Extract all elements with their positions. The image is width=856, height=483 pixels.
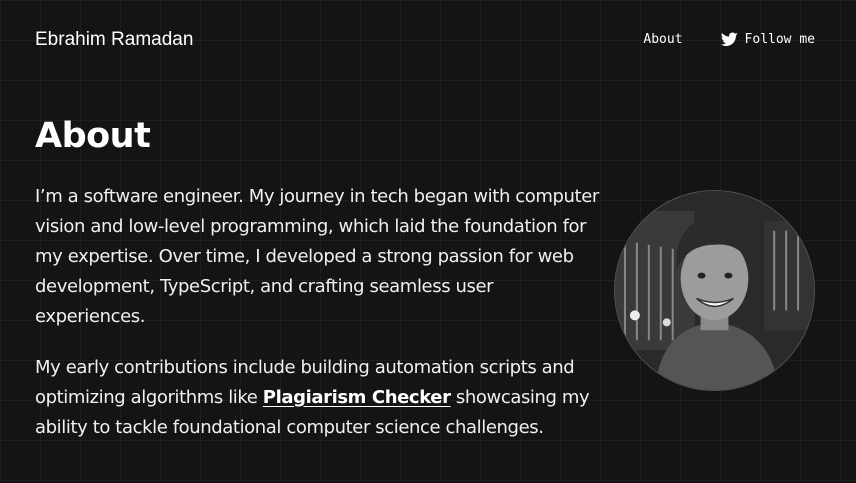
page-title: About	[35, 116, 151, 156]
top-nav: About Follow me	[643, 32, 815, 47]
follow-me-link[interactable]: Follow me	[720, 32, 815, 47]
avatar	[614, 190, 815, 391]
about-paragraph-2: My early contributions include building …	[35, 353, 605, 443]
about-paragraph-1: I’m a software engineer. My journey in t…	[35, 186, 599, 327]
about-content: I’m a software engineer. My journey in t…	[35, 182, 605, 464]
site-name-link[interactable]: Ebrahim Ramadan	[35, 29, 193, 51]
twitter-icon	[720, 32, 738, 47]
plagiarism-checker-link[interactable]: Plagiarism Checker	[263, 387, 451, 408]
nav-about-link[interactable]: About	[643, 32, 682, 47]
avatar-photo	[615, 191, 814, 390]
follow-me-label: Follow me	[744, 32, 815, 47]
